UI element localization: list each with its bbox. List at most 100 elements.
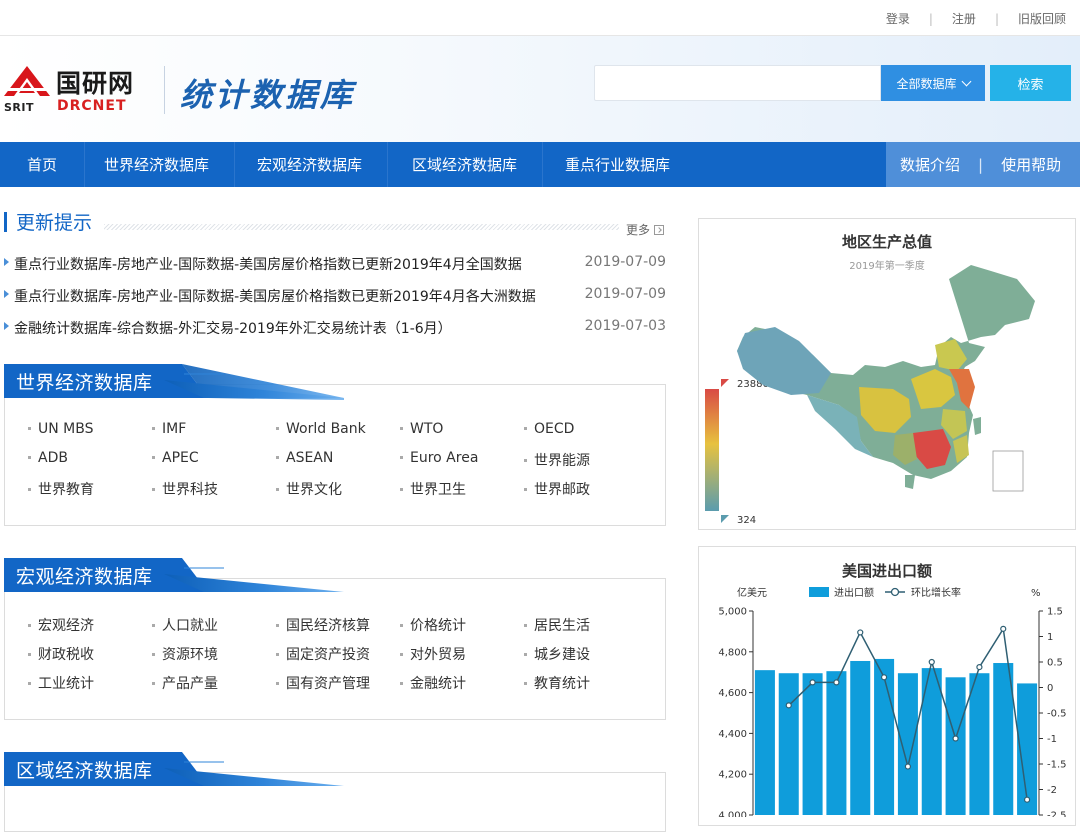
database-link[interactable]: ADB <box>28 450 68 466</box>
database-link[interactable]: World Bank <box>276 421 366 437</box>
header: SRIT 国研网 DRCNET 统计数据库 全部数据库 检索 <box>0 36 1080 142</box>
database-link-label: APEC <box>162 450 199 466</box>
database-link[interactable]: 教育统计 <box>524 673 590 693</box>
trade-chart[interactable]: 亿美元 % 进出口额 环比增长率 5,000 4,800 4,600 4,400 4,2… <box>699 547 1077 817</box>
nav-item-data-intro[interactable]: 数据介绍 <box>900 154 960 175</box>
bullet <box>152 681 155 685</box>
bullet <box>152 455 155 459</box>
database-link[interactable]: 价格统计 <box>400 615 466 635</box>
y-tick-label: 5,000 <box>718 607 747 618</box>
nav-item-macro-economy[interactable]: 宏观经济数据库 <box>257 142 362 187</box>
search-button[interactable]: 检索 <box>990 65 1071 101</box>
database-link-label: 教育统计 <box>534 676 590 692</box>
database-link[interactable]: 居民生活 <box>524 615 590 635</box>
database-link[interactable]: APEC <box>152 450 199 466</box>
news-date: 2019-07-09 <box>584 254 666 270</box>
accent-bar <box>4 212 7 232</box>
bullet <box>28 681 31 685</box>
list-item[interactable]: 重点行业数据库-房地产业-国际数据-美国房屋价格指数已更新2019年4月各大洲数… <box>4 286 666 306</box>
nav-item-regional-economy[interactable]: 区域经济数据库 <box>412 142 517 187</box>
database-select[interactable]: 全部数据库 <box>881 65 985 101</box>
database-link[interactable]: 世界能源 <box>524 450 590 470</box>
section-macro-economy: 宏观经济数据库 宏观经济 人口就业 国民经济核算 价格统计 居民生活 财政税收 … <box>4 558 666 720</box>
bullet <box>28 652 31 656</box>
legend-max-handle[interactable] <box>721 379 729 387</box>
bullet <box>276 487 279 491</box>
list-item[interactable]: 金融统计数据库-综合数据-外汇交易-2019年外汇交易统计表（1-6月） 201… <box>4 318 666 338</box>
database-link-label: 国有资产管理 <box>286 676 370 692</box>
list-item[interactable]: 重点行业数据库-房地产业-国际数据-美国房屋价格指数已更新2019年4月全国数据… <box>4 254 666 274</box>
bullet <box>400 681 403 685</box>
bullet <box>28 455 31 459</box>
database-link[interactable]: 城乡建设 <box>524 644 590 664</box>
section-tab: 世界经济数据库 <box>4 364 344 400</box>
bullet <box>524 458 527 462</box>
database-link[interactable]: Euro Area <box>400 450 478 466</box>
database-link[interactable]: 宏观经济 <box>28 615 94 635</box>
database-link[interactable]: 世界科技 <box>152 479 218 499</box>
database-link[interactable]: 财政税收 <box>28 644 94 664</box>
section-regional-economy: 区域经济数据库 <box>4 752 666 832</box>
nav-item-key-industry[interactable]: 重点行业数据库 <box>565 142 670 187</box>
database-link[interactable]: 产品产量 <box>152 673 218 693</box>
y2-axis-label: % <box>1031 588 1041 599</box>
database-link[interactable]: 对外贸易 <box>400 644 466 664</box>
database-link[interactable]: 金融统计 <box>400 673 466 693</box>
top-bar: 登录 | 注册 | 旧版回顾 <box>0 0 1080 36</box>
database-link[interactable]: 世界邮政 <box>524 479 590 499</box>
database-link-label: 城乡建设 <box>534 647 590 663</box>
bar <box>826 671 847 815</box>
database-link[interactable]: 世界教育 <box>28 479 94 499</box>
more-label: 更多 <box>626 223 651 237</box>
database-link[interactable]: 国民经济核算 <box>276 615 370 635</box>
database-link-label: WTO <box>410 421 444 437</box>
old-version-link[interactable]: 旧版回顾 <box>1018 10 1066 27</box>
more-link[interactable]: 更多 <box>626 221 665 238</box>
database-link-label: 居民生活 <box>534 618 590 634</box>
database-link[interactable]: 世界文化 <box>276 479 342 499</box>
database-link[interactable]: 世界卫生 <box>400 479 466 499</box>
database-link-label: 人口就业 <box>162 618 218 634</box>
y2-tick-label: 0.5 <box>1047 658 1063 669</box>
database-link[interactable]: 固定资产投资 <box>276 644 370 664</box>
bullet <box>28 426 31 430</box>
bar <box>897 673 918 815</box>
arrow-icon <box>4 258 9 266</box>
database-link[interactable]: 工业统计 <box>28 673 94 693</box>
database-link[interactable]: 资源环境 <box>152 644 218 664</box>
database-link[interactable]: IMF <box>152 421 186 437</box>
y2-tick-label: -0.5 <box>1047 709 1067 720</box>
database-link[interactable]: 人口就业 <box>152 615 218 635</box>
database-link[interactable]: UN MBS <box>28 421 94 437</box>
login-link[interactable]: 登录 <box>886 10 910 27</box>
gdp-map-panel: 地区生产总值 2019年第一季度 23886 324 <box>698 218 1076 530</box>
database-link[interactable]: ASEAN <box>276 450 333 466</box>
divider: | <box>978 155 984 174</box>
search-input[interactable] <box>594 65 881 101</box>
growth-point <box>857 629 864 636</box>
database-link-label: 固定资产投资 <box>286 647 370 663</box>
y2-tick-label: -2.5 <box>1047 811 1067 818</box>
y-tick-label: 4,800 <box>718 647 747 658</box>
database-link[interactable]: OECD <box>524 421 574 437</box>
bar <box>778 673 799 815</box>
database-select-label: 全部数据库 <box>896 76 957 91</box>
database-link[interactable]: 国有资产管理 <box>276 673 370 693</box>
top-links: 登录 | 注册 | 旧版回顾 <box>886 10 1066 27</box>
database-link-label: 资源环境 <box>162 647 218 663</box>
database-link-label: 世界科技 <box>162 482 218 498</box>
database-link-label: 工业统计 <box>38 676 94 692</box>
nav-item-help[interactable]: 使用帮助 <box>1001 154 1061 175</box>
legend-line-marker <box>890 587 900 597</box>
nav-item-world-economy[interactable]: 世界经济数据库 <box>104 142 209 187</box>
legend-min-handle[interactable] <box>721 515 729 523</box>
growth-point <box>785 702 792 709</box>
china-map[interactable]: 23886 324 <box>699 219 1077 531</box>
register-link[interactable]: 注册 <box>952 10 976 27</box>
database-link[interactable]: WTO <box>400 421 443 437</box>
database-link-label: 世界教育 <box>38 482 94 498</box>
bar <box>754 670 775 815</box>
nav-item-home[interactable]: 首页 <box>27 142 57 187</box>
logo-srit: SRIT <box>4 101 34 114</box>
logo[interactable]: SRIT 国研网 DRCNET <box>4 64 149 116</box>
